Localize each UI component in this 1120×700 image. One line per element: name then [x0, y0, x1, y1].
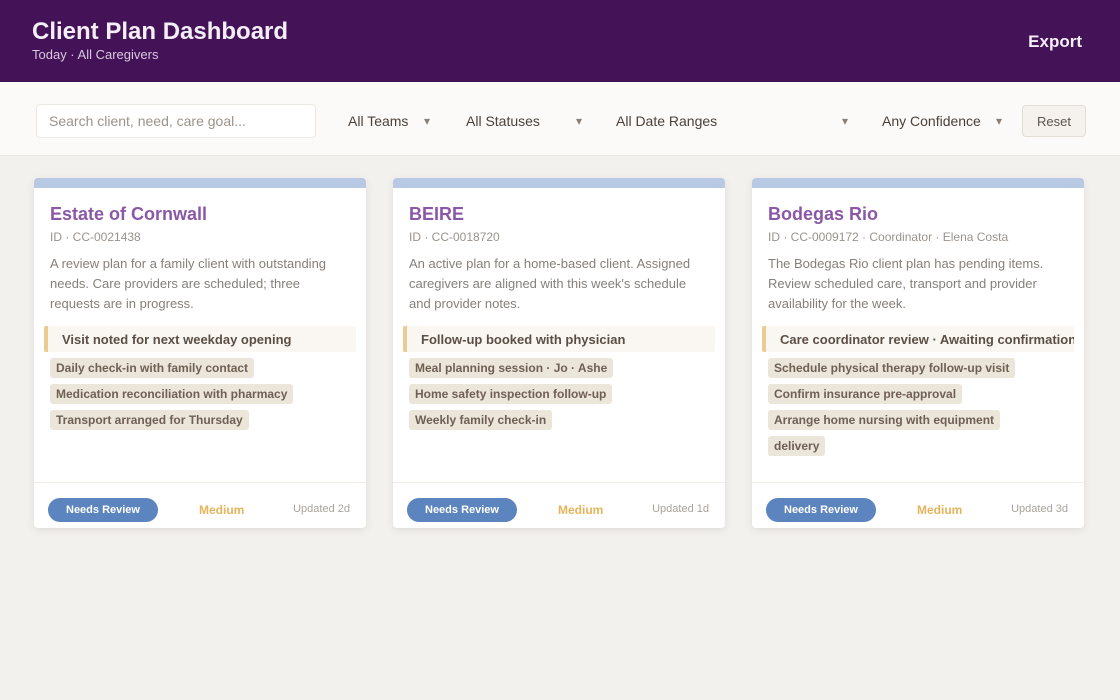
task-list: Daily check-in with family contact Medic…: [50, 358, 354, 436]
card-accent-bar: [34, 178, 366, 188]
client-name[interactable]: Bodegas Rio: [768, 204, 878, 225]
chevron-down-icon: ▾: [575, 114, 582, 128]
client-name[interactable]: BEIRE: [409, 204, 464, 225]
card-footer: Needs Review Medium Updated 2d: [34, 482, 366, 528]
updated-label: Updated 2d: [293, 503, 350, 515]
client-note: Care coordinator review · Awaiting confi…: [762, 326, 1074, 352]
status-badge[interactable]: Needs Review: [407, 498, 517, 522]
task-tag: Weekly family check-in: [409, 410, 553, 430]
priority-label: Medium: [558, 503, 604, 517]
status-filter-value: All Statuses: [466, 113, 540, 129]
client-card[interactable]: BEIRE ID · CC-0018720 An active plan for…: [393, 178, 725, 528]
task-list: Meal planning session · Jo · Ashe Home s…: [409, 358, 713, 436]
client-meta: ID · CC-0021438: [50, 230, 141, 244]
card-footer: Needs Review Medium Updated 3d: [752, 482, 1084, 528]
client-note: Follow-up booked with physician: [403, 326, 715, 352]
chevron-down-icon: ▾: [423, 114, 430, 128]
task-tag: Home safety inspection follow-up: [409, 384, 613, 404]
confidence-filter-value: Any Confidence: [882, 113, 981, 129]
chevron-down-icon: ▾: [995, 114, 1002, 128]
card-footer: Needs Review Medium Updated 1d: [393, 482, 725, 528]
task-tag: Daily check-in with family contact: [50, 358, 255, 378]
task-list: Schedule physical therapy follow-up visi…: [768, 358, 1072, 462]
task-tag: delivery: [768, 436, 826, 456]
card-accent-bar: [393, 178, 725, 188]
client-description: A review plan for a family client with o…: [50, 256, 327, 311]
task-tag: Schedule physical therapy follow-up visi…: [768, 358, 1016, 378]
page-title: Client Plan Dashboard: [32, 18, 289, 45]
card-accent-bar: [752, 178, 1084, 188]
task-tag: Confirm insurance pre-approval: [768, 384, 963, 404]
client-meta: ID · CC-0018720: [409, 230, 500, 244]
search-input[interactable]: [36, 104, 316, 138]
priority-label: Medium: [917, 503, 963, 517]
reset-filters-button[interactable]: Reset: [1022, 105, 1086, 137]
status-badge[interactable]: Needs Review: [766, 498, 876, 522]
confidence-filter-select[interactable]: Any Confidence ▾: [872, 105, 1012, 137]
updated-label: Updated 3d: [1011, 503, 1068, 515]
client-note: Visit noted for next weekday opening: [44, 326, 356, 352]
task-tag: Arrange home nursing with equipment: [768, 410, 1001, 430]
client-description: The Bodegas Rio client plan has pending …: [768, 256, 1044, 311]
filter-bar: All Teams ▾ All Statuses ▾ All Date Rang…: [0, 82, 1120, 156]
task-tag: Transport arranged for Thursday: [50, 410, 249, 430]
date-filter-value: All Date Ranges: [616, 113, 718, 129]
task-tag: Meal planning session · Jo · Ashe: [409, 358, 614, 378]
app-header: Client Plan Dashboard Today · All Caregi…: [0, 0, 1120, 82]
date-filter-select[interactable]: All Date Ranges ▾: [606, 105, 858, 137]
export-button[interactable]: Export: [1020, 28, 1090, 56]
client-card[interactable]: Estate of Cornwall ID · CC-0021438 A rev…: [34, 178, 366, 528]
task-tag: Medication reconciliation with pharmacy: [50, 384, 294, 404]
team-filter-select[interactable]: All Teams ▾: [338, 105, 440, 137]
team-filter-value: All Teams: [348, 113, 409, 129]
client-name[interactable]: Estate of Cornwall: [50, 204, 207, 225]
chevron-down-icon: ▾: [841, 114, 848, 128]
client-meta: ID · CC-0009172 · Coordinator · Elena Co…: [768, 230, 1009, 244]
updated-label: Updated 1d: [652, 503, 709, 515]
page-subtitle: Today · All Caregivers: [32, 47, 159, 62]
status-filter-select[interactable]: All Statuses ▾: [456, 105, 592, 137]
client-card[interactable]: Bodegas Rio ID · CC-0009172 · Coordinato…: [752, 178, 1084, 528]
status-badge[interactable]: Needs Review: [48, 498, 158, 522]
priority-label: Medium: [199, 503, 245, 517]
client-description: An active plan for a home-based client. …: [409, 256, 691, 311]
